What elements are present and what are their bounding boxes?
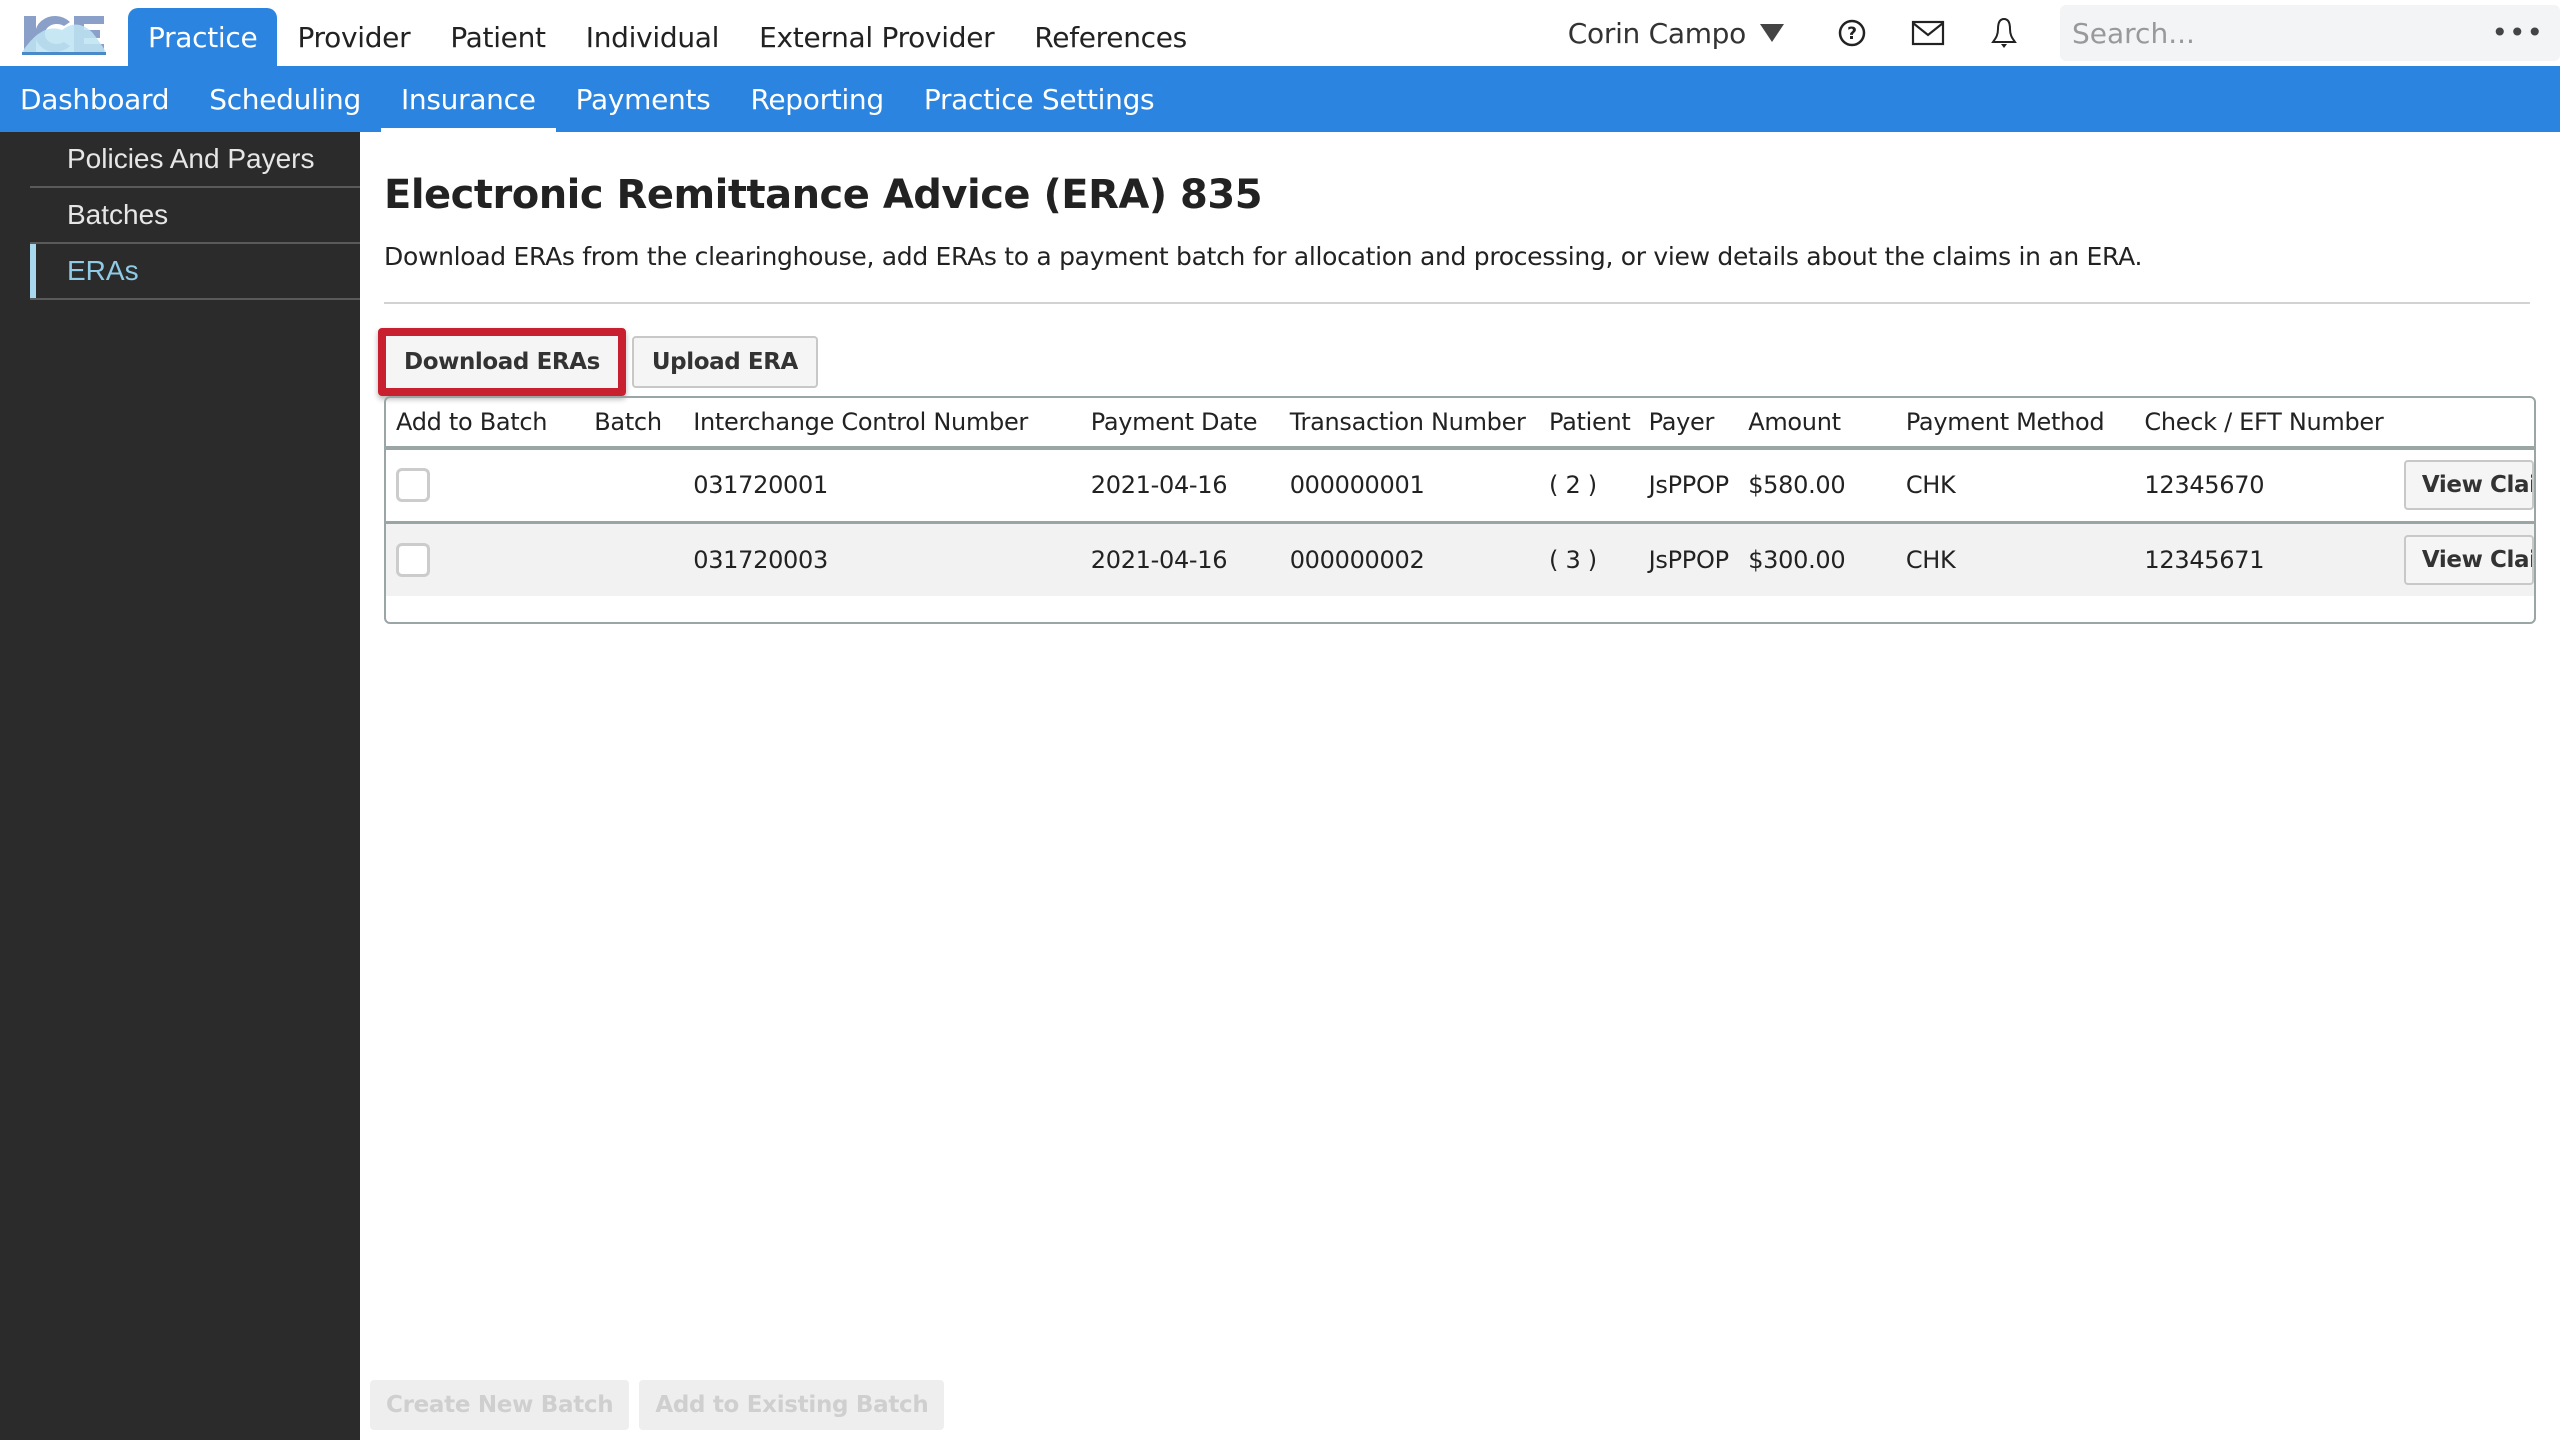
cell-payment-date: 2021-04-16 bbox=[1090, 471, 1228, 500]
cell-patient[interactable]: ( 3 ) bbox=[1539, 522, 1639, 596]
help-icon: ? bbox=[1838, 19, 1866, 47]
col-header-transaction-number[interactable]: Transaction Number bbox=[1280, 398, 1539, 448]
table-row: 031720001 2021-04-16 000000001 ( 2 ) JsP… bbox=[386, 448, 2534, 522]
sub-tab-scheduling[interactable]: Scheduling bbox=[189, 66, 381, 132]
top-tab-practice[interactable]: Practice bbox=[128, 8, 278, 66]
help-button[interactable]: ? bbox=[1832, 13, 1872, 53]
cell-amount: $580.00 bbox=[1748, 471, 1846, 500]
cell-actions: View Claims bbox=[2394, 448, 2534, 522]
cell-actions: View Claims bbox=[2394, 522, 2534, 596]
view-claims-button[interactable]: View Claims bbox=[2403, 534, 2534, 585]
col-header-check-eft-number[interactable]: Check / EFT Number bbox=[2134, 398, 2394, 448]
table-row: 031720003 2021-04-16 000000002 ( 3 ) JsP… bbox=[386, 522, 2534, 596]
mail-icon bbox=[1911, 20, 1945, 46]
sidebar: Policies And Payers Batches ERAs bbox=[0, 132, 360, 1440]
cell-batch bbox=[584, 522, 683, 596]
cell-patient[interactable]: ( 2 ) bbox=[1539, 448, 1639, 522]
page-title: Electronic Remittance Advice (ERA) 835 bbox=[384, 172, 1263, 218]
cell-transaction-number: 000000001 bbox=[1289, 471, 1425, 500]
add-to-batch-checkbox[interactable] bbox=[396, 542, 430, 577]
cell-payment-method: CHK bbox=[1905, 545, 1956, 574]
notifications-button[interactable] bbox=[1984, 13, 2024, 53]
upload-era-button[interactable]: Upload ERA bbox=[631, 336, 818, 388]
era-table: Add to Batch Batch Interchange Control N… bbox=[386, 398, 2534, 596]
col-header-add-to-batch[interactable]: Add to Batch bbox=[386, 398, 584, 448]
more-options-icon[interactable]: ••• bbox=[2491, 19, 2544, 47]
caret-down-icon bbox=[1760, 24, 1784, 42]
cell-payment-method: CHK bbox=[1905, 471, 1956, 500]
sub-tab-payments[interactable]: Payments bbox=[556, 66, 731, 132]
sidebar-item-policies-and-payers[interactable]: Policies And Payers bbox=[30, 132, 360, 188]
col-header-amount[interactable]: Amount bbox=[1738, 398, 1896, 448]
col-header-payment-date[interactable]: Payment Date bbox=[1081, 398, 1280, 448]
sidebar-item-batches[interactable]: Batches bbox=[30, 188, 360, 244]
page-description: Download ERAs from the clearinghouse, ad… bbox=[384, 242, 2143, 271]
col-header-actions bbox=[2394, 398, 2534, 448]
highlight-box: Download ERAs bbox=[378, 328, 626, 396]
cell-check-eft-number: 12345671 bbox=[2144, 545, 2265, 574]
download-eras-button[interactable]: Download ERAs bbox=[386, 336, 618, 388]
svg-text:?: ? bbox=[1847, 24, 1857, 44]
col-header-payment-method[interactable]: Payment Method bbox=[1896, 398, 2135, 448]
sub-tab-insurance[interactable]: Insurance bbox=[380, 66, 556, 132]
col-header-icn[interactable]: Interchange Control Number bbox=[683, 398, 1081, 448]
top-tab-patient[interactable]: Patient bbox=[430, 8, 565, 66]
batch-actions: Create New Batch Add to Existing Batch bbox=[370, 1380, 954, 1430]
sub-tab-practice-settings[interactable]: Practice Settings bbox=[904, 66, 1174, 132]
user-menu[interactable]: Corin Campo bbox=[1568, 17, 1784, 50]
top-right-controls: Corin Campo ? ••• bbox=[1568, 0, 2560, 66]
cell-icn: 031720001 bbox=[693, 471, 828, 500]
primary-nav: Practice Provider Patient Individual Ext… bbox=[128, 8, 1207, 66]
bell-icon bbox=[1991, 17, 2017, 48]
col-header-batch[interactable]: Batch bbox=[584, 398, 683, 448]
secondary-nav: Dashboard Scheduling Insurance Payments … bbox=[0, 66, 2560, 132]
cell-check-eft-number: 12345670 bbox=[2144, 471, 2265, 500]
create-new-batch-button[interactable]: Create New Batch bbox=[370, 1380, 630, 1430]
user-name: Corin Campo bbox=[1567, 16, 1747, 50]
add-to-batch-checkbox[interactable] bbox=[396, 468, 430, 503]
ice-logo[interactable] bbox=[22, 12, 106, 56]
cell-batch bbox=[584, 448, 683, 522]
table-header-row: Add to Batch Batch Interchange Control N… bbox=[386, 398, 2534, 448]
search-input[interactable] bbox=[2072, 16, 2472, 50]
main-content: Electronic Remittance Advice (ERA) 835 D… bbox=[360, 132, 2560, 1440]
cell-icn: 031720003 bbox=[693, 545, 828, 574]
cell-payment-date: 2021-04-16 bbox=[1090, 545, 1228, 574]
top-tab-individual[interactable]: Individual bbox=[566, 8, 739, 66]
era-table-container: Add to Batch Batch Interchange Control N… bbox=[384, 396, 2536, 624]
top-tab-provider[interactable]: Provider bbox=[277, 8, 430, 66]
sub-tab-dashboard[interactable]: Dashboard bbox=[0, 66, 189, 132]
top-tab-references[interactable]: References bbox=[1014, 8, 1207, 66]
cell-add-to-batch bbox=[386, 522, 584, 596]
col-header-patient[interactable]: Patient bbox=[1539, 398, 1639, 448]
divider bbox=[384, 302, 2530, 304]
sub-tab-reporting[interactable]: Reporting bbox=[730, 66, 903, 132]
add-to-existing-batch-button[interactable]: Add to Existing Batch bbox=[639, 1380, 945, 1430]
cell-payer: JsPPOP bbox=[1648, 545, 1729, 574]
messages-button[interactable] bbox=[1908, 13, 1948, 53]
cell-transaction-number: 000000002 bbox=[1289, 545, 1425, 574]
search-box: ••• bbox=[2060, 5, 2560, 61]
cell-amount: $300.00 bbox=[1748, 545, 1846, 574]
action-buttons: Download ERAs Upload ERA bbox=[378, 328, 818, 396]
col-header-payer[interactable]: Payer bbox=[1639, 398, 1739, 448]
sidebar-item-eras[interactable]: ERAs bbox=[30, 244, 360, 300]
cell-add-to-batch bbox=[386, 448, 584, 522]
cell-payer: JsPPOP bbox=[1648, 471, 1729, 500]
top-tab-external-provider[interactable]: External Provider bbox=[739, 8, 1014, 66]
top-bar: Practice Provider Patient Individual Ext… bbox=[0, 0, 2560, 66]
view-claims-button[interactable]: View Claims bbox=[2403, 460, 2534, 511]
